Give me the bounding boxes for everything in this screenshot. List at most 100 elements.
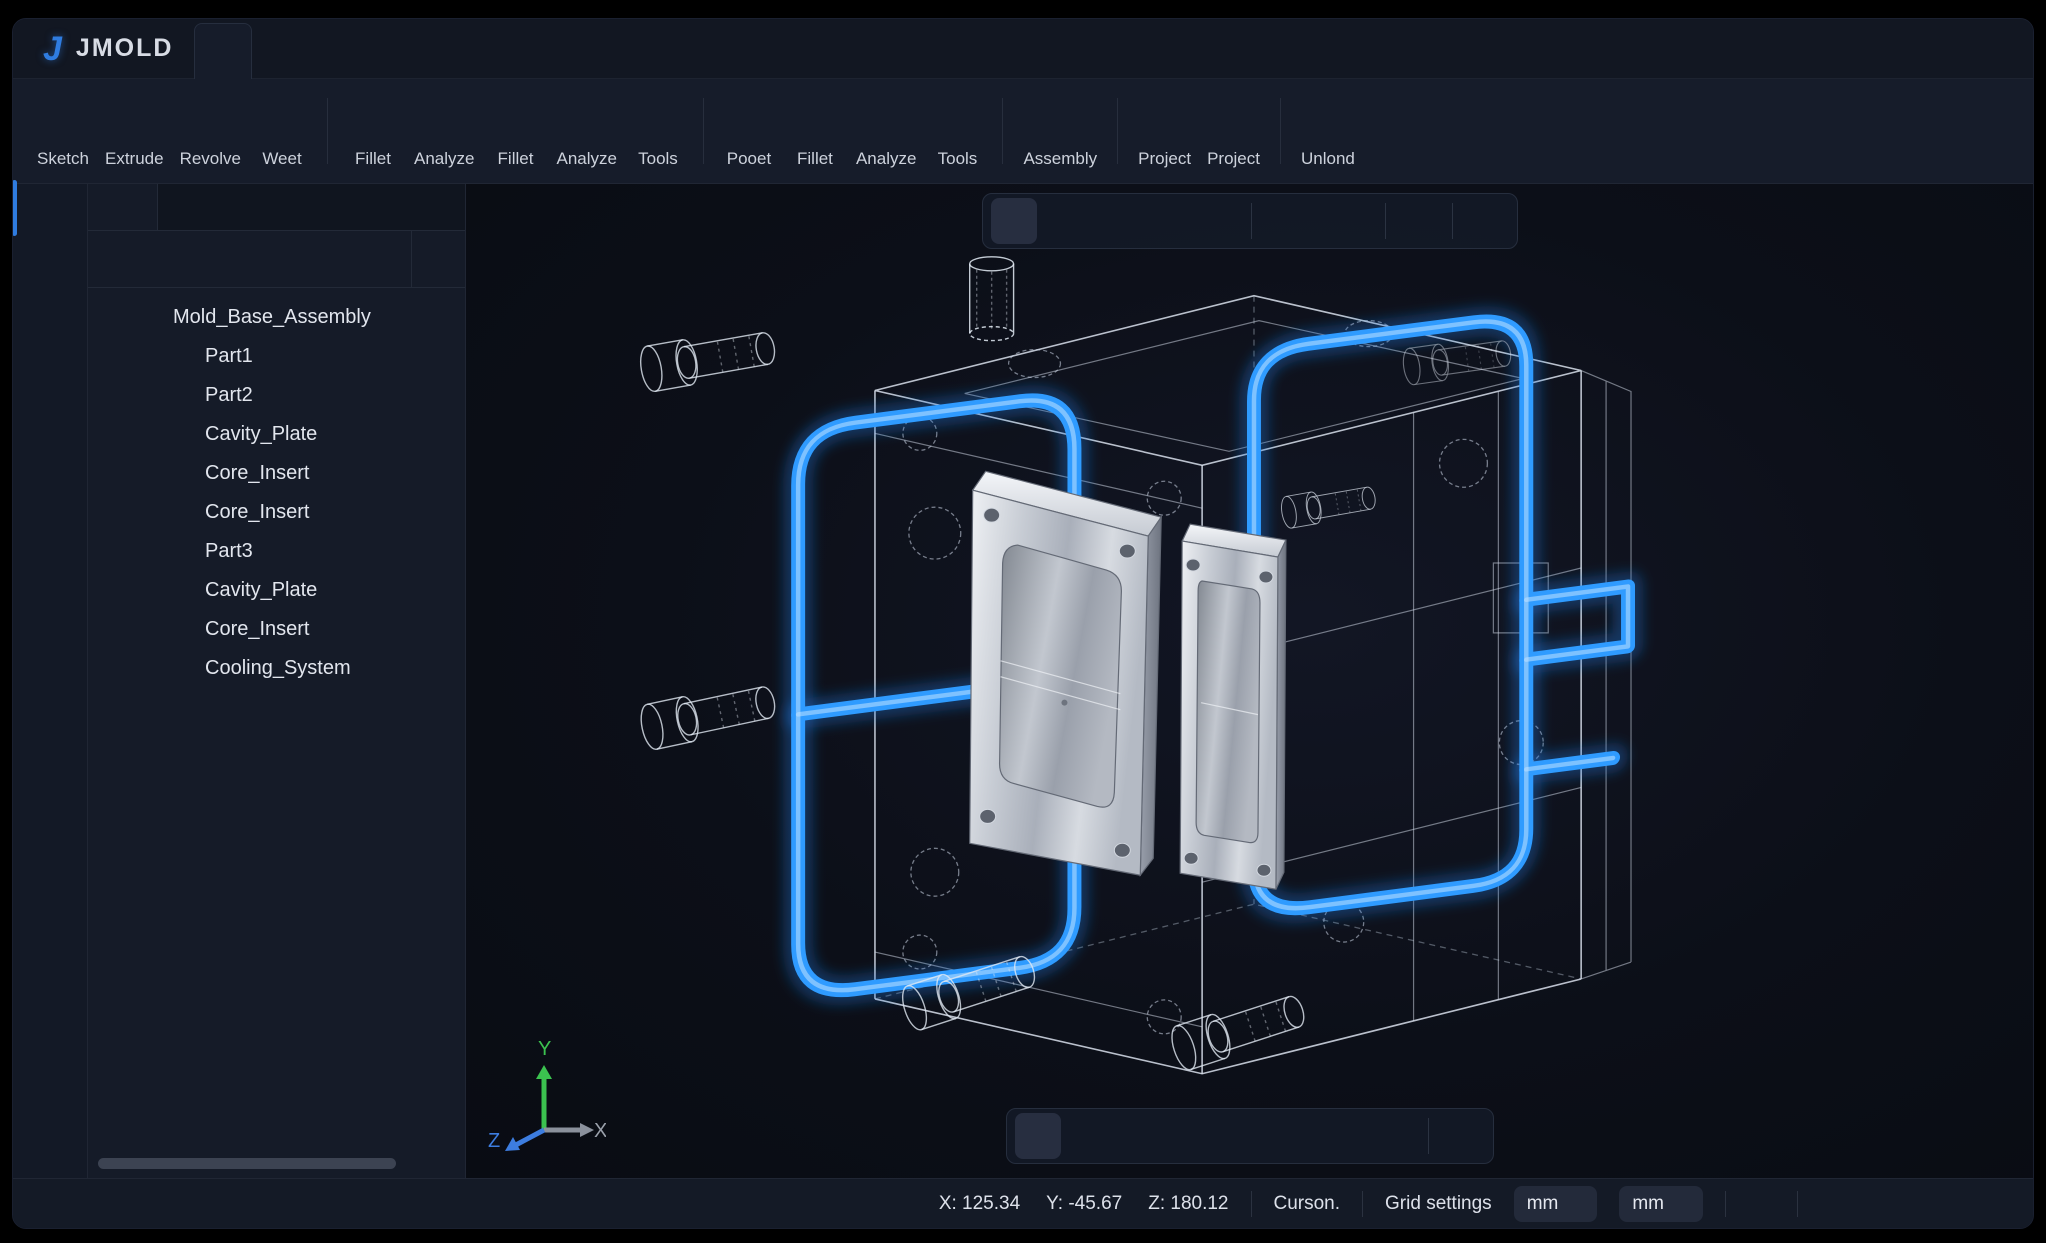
axis-triad: Y X Z — [486, 1035, 606, 1160]
maximize-button[interactable] — [1913, 36, 1938, 61]
annotate-tool-button[interactable] — [1270, 1113, 1316, 1159]
ribbon-button-analyze-2[interactable]: Analyze — [548, 93, 624, 169]
render-style-button[interactable] — [1396, 198, 1442, 244]
unit-select-1[interactable]: mm — [1514, 1186, 1598, 1222]
zoom-tool-button[interactable] — [1117, 1113, 1163, 1159]
tree-row-core-insert-1[interactable]: Core_Insert — [88, 454, 465, 493]
unit-select-2[interactable]: mm — [1619, 1186, 1703, 1222]
ribbon-button-sketch[interactable]: Sketch — [29, 93, 97, 169]
ribbon-button-tools-1[interactable]: Tools — [625, 93, 691, 169]
ribbon-button-unlond[interactable]: Unlond — [1293, 93, 1363, 169]
chevron-down-icon[interactable] — [103, 308, 123, 328]
ribbon-button-pooet[interactable]: Pooet — [716, 93, 782, 169]
close-button[interactable] — [1978, 36, 2003, 61]
tag-icon — [1279, 1123, 1306, 1150]
ribbon-label: Fillet — [797, 149, 833, 169]
move-tool-button[interactable] — [1168, 1113, 1214, 1159]
assembly-sphere-icon — [134, 305, 160, 331]
ribbon-button-project-1[interactable]: Project — [1130, 93, 1199, 169]
tab-document-info[interactable] — [228, 184, 298, 230]
viewport-3d[interactable]: Y X Z — [466, 184, 2033, 1178]
ribbon-button-assembly[interactable]: Assembly — [1015, 93, 1105, 169]
ribbon-button-analyze-1[interactable]: Analyze — [406, 93, 482, 169]
chevron-right-icon[interactable] — [135, 347, 155, 367]
filter-icon — [426, 247, 451, 272]
horizontal-scrollbar[interactable] — [98, 1158, 396, 1169]
settings-button[interactable] — [1748, 1187, 1775, 1220]
tree-row-part3[interactable]: Part3 — [88, 532, 465, 571]
document-log-button[interactable] — [1873, 1191, 1899, 1217]
pan-tool-button[interactable] — [1066, 1113, 1112, 1159]
ribbon-button-analyze-3[interactable]: Analyze — [848, 93, 924, 169]
rail-item-documents[interactable] — [27, 186, 73, 230]
tree-row-part2[interactable]: Part2 — [88, 376, 465, 415]
chevron-right-icon[interactable] — [135, 464, 155, 484]
lasso-icon — [1102, 208, 1129, 235]
ribbon-button-project-2[interactable]: Project — [1199, 93, 1268, 169]
minimize-button[interactable] — [1848, 36, 1873, 61]
chevron-right-icon[interactable] — [135, 581, 155, 601]
ribbon-group-assembly: Assembly — [1015, 93, 1105, 169]
grid-display-button[interactable] — [1262, 198, 1324, 244]
ribbon-button-extrude[interactable]: Extrude — [97, 93, 172, 169]
chevron-right-icon[interactable] — [135, 542, 155, 562]
tab-model-tree[interactable] — [88, 184, 158, 230]
select-tool-button[interactable] — [1015, 1113, 1061, 1159]
ribbon-button-fillet-2[interactable]: Fillet — [482, 93, 548, 169]
tree-filter-button[interactable] — [411, 231, 465, 287]
circle-select-button[interactable] — [1042, 198, 1088, 244]
ribbon-group-inspect: Pooet Fillet Analyze Tools — [716, 93, 990, 169]
lasso-select-button[interactable] — [1093, 198, 1139, 244]
rail-item-components[interactable] — [27, 254, 73, 298]
rail-item-inspection[interactable] — [27, 458, 73, 502]
orbit-tool-button[interactable] — [1329, 198, 1375, 244]
tree-row-cavity-plate-2[interactable]: Cavity_Plate — [88, 571, 465, 610]
cursor-mode-label: Curson. — [1274, 1193, 1341, 1215]
pattern-grid-button[interactable] — [1979, 1191, 2005, 1217]
main-menu-button[interactable] — [194, 23, 252, 79]
tree-row-cavity-plate-1[interactable]: Cavity_Plate — [88, 415, 465, 454]
chevron-right-icon[interactable] — [135, 659, 155, 679]
grid-settings-label[interactable]: Grid settings — [1385, 1193, 1492, 1215]
folder-open-icon — [1211, 97, 1256, 142]
tree-row-core-insert-3[interactable]: Core_Insert — [88, 610, 465, 649]
link-chain-icon — [1448, 1123, 1475, 1150]
rail-item-connections[interactable] — [27, 390, 73, 434]
rail-item-layers[interactable] — [27, 322, 73, 366]
ribbon-group-modify: Fillet Analyze Fillet Analyze Tools — [340, 93, 691, 169]
chevron-right-icon[interactable] — [135, 620, 155, 640]
ribbon-button-fillet-3[interactable]: Fillet — [782, 93, 848, 169]
tree-search-input[interactable] — [128, 249, 411, 270]
tree-row-mold-base-assembly[interactable]: Mold_Base_Assembly — [88, 298, 465, 337]
transform-tool-button[interactable] — [1195, 198, 1241, 244]
tree-node-label: Cavity_Plate — [205, 423, 317, 446]
magnifier-target-icon — [726, 97, 771, 142]
tree-row-part1[interactable]: Part1 — [88, 337, 465, 376]
chevron-down-icon — [1674, 1196, 1690, 1212]
ribbon-button-revolve[interactable]: Revolve — [172, 93, 249, 169]
status-divider — [1251, 1191, 1252, 1217]
export-button[interactable] — [1820, 1191, 1846, 1217]
select-tool-button[interactable] — [991, 198, 1037, 244]
chevron-right-icon[interactable] — [135, 425, 155, 445]
tree-row-cooling-system[interactable]: Cooling_System — [88, 649, 465, 688]
display-options-button[interactable] — [1926, 1191, 1952, 1217]
tab-display-settings[interactable] — [158, 184, 228, 230]
tree-row-core-insert-2[interactable]: Core_Insert — [88, 493, 465, 532]
analytics-tool-button[interactable] — [1372, 1113, 1418, 1159]
ribbon-button-fillet-1[interactable]: Fillet — [340, 93, 406, 169]
bell-icon[interactable] — [1718, 36, 1743, 61]
gear-icon[interactable] — [1783, 36, 1808, 61]
ribbon-button-tools-2[interactable]: Tools — [924, 93, 990, 169]
link-tool-button[interactable] — [1439, 1113, 1485, 1159]
ribbon-label: Weet — [262, 149, 301, 169]
chevron-right-icon[interactable] — [135, 386, 155, 406]
ribbon-separator — [327, 98, 328, 164]
region-add-button[interactable] — [1144, 198, 1190, 244]
section-flip-button[interactable] — [1463, 198, 1509, 244]
rotate-tool-button[interactable] — [1219, 1113, 1265, 1159]
duplicate-tool-button[interactable] — [1321, 1113, 1367, 1159]
title-bar: J JMOLD — [13, 19, 2033, 79]
ribbon-button-weet[interactable]: Weet — [249, 93, 315, 169]
chevron-right-icon[interactable] — [135, 503, 155, 523]
